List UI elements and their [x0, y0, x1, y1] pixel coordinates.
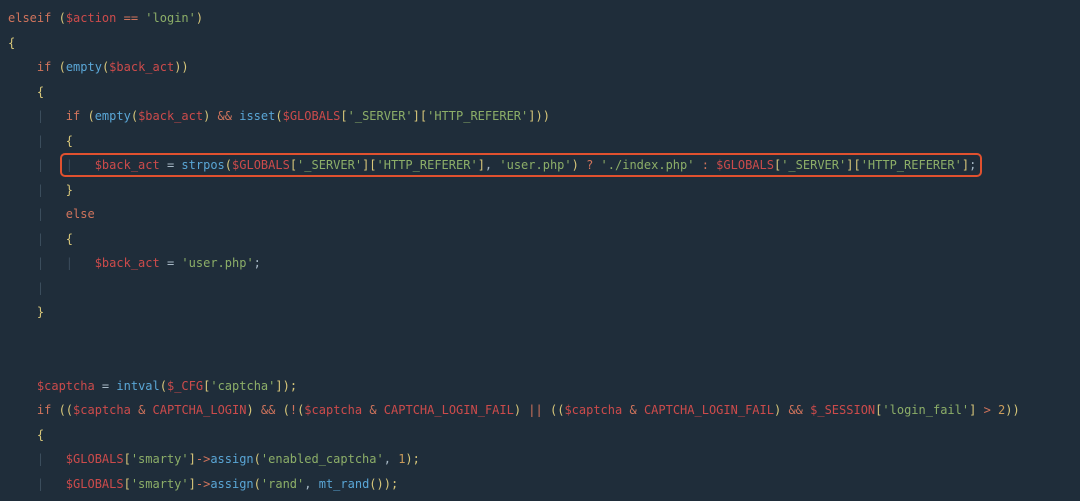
code-line: | $GLOBALS['smarty']->assign('rand', mt_… — [8, 477, 398, 491]
code-line: | — [8, 281, 66, 295]
code-line: | { — [8, 134, 73, 148]
code-line: { — [8, 428, 44, 442]
code-line — [8, 354, 15, 368]
code-line: | } — [8, 183, 73, 197]
code-line: | | $back_act = strpos($GLOBALS['_SERVER… — [8, 158, 982, 172]
code-line: if (($captcha & CAPTCHA_LOGIN) && (!($ca… — [8, 403, 1020, 417]
highlighted-expression: | $back_act = strpos($GLOBALS['_SERVER']… — [60, 153, 983, 177]
code-line: | else — [8, 207, 95, 221]
code-line: { — [8, 36, 15, 50]
code-line: elseif ($action == 'login') — [8, 11, 203, 25]
code-line — [8, 330, 15, 344]
code-line: | { — [8, 232, 73, 246]
code-line: | $GLOBALS['smarty']->assign('enabled_ca… — [8, 452, 420, 466]
code-line: | if (empty($back_act) && isset($GLOBALS… — [8, 109, 550, 123]
code-line: | | $back_act = 'user.php'; — [8, 256, 261, 270]
code-line: if (empty($back_act)) — [8, 60, 189, 74]
code-line: { — [8, 85, 44, 99]
code-line: } — [8, 305, 44, 319]
code-line: $captcha = intval($_CFG['captcha']); — [8, 379, 297, 393]
code-editor: elseif ($action == 'login') { if (empty(… — [0, 0, 1080, 501]
